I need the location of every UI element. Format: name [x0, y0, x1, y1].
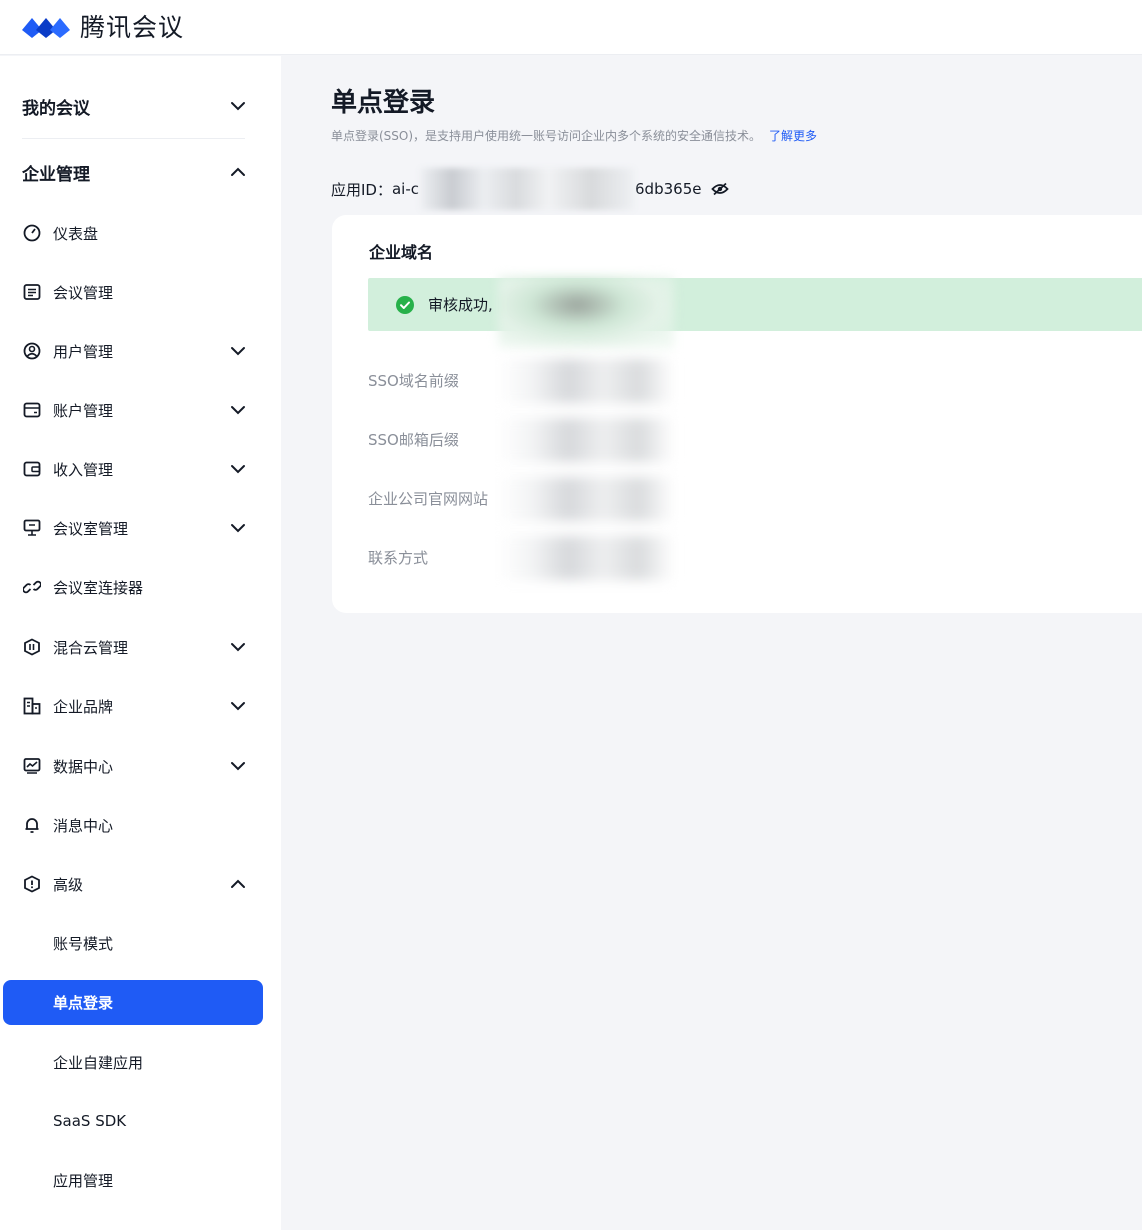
brand-logo[interactable]: 腾讯会议	[20, 8, 184, 44]
hybrid-cloud-icon	[22, 637, 42, 657]
sidebar: 我的会议 企业管理 仪表盘 会议管理 用户管理 账户管理 收入管理 会议室管理	[0, 56, 281, 1230]
sidebar-item-user-mgmt[interactable]: 用户管理	[22, 331, 248, 371]
sidebar-subitem-account-mode[interactable]: 账号模式	[53, 923, 113, 963]
dashboard-icon	[22, 223, 42, 243]
card-title: 企业域名	[369, 243, 434, 262]
bell-icon	[22, 815, 42, 835]
app-id-prefix: ai-c	[391, 180, 420, 198]
sidebar-item-label: 数据中心	[53, 757, 114, 776]
enterprise-domain-card: 企业域名 审核成功, SSO域名前缀 SSO邮箱后缀 企业公司官网网站 联系方式	[332, 215, 1142, 613]
user-icon	[22, 341, 42, 361]
field-row-sso-prefix: SSO域名前缀	[368, 359, 768, 403]
sidebar-item-message-center[interactable]: 消息中心	[22, 805, 248, 845]
sidebar-item-label: 收入管理	[53, 460, 114, 479]
wallet-icon	[22, 400, 42, 420]
sidebar-item-label: 会议室管理	[53, 519, 129, 538]
redacted-value	[498, 418, 674, 462]
field-label: SSO邮箱后缀	[368, 430, 459, 449]
sidebar-item-label: 混合云管理	[53, 638, 129, 657]
tencent-meeting-logo-icon	[22, 18, 70, 38]
chevron-down-icon	[228, 756, 248, 776]
field-label: SSO域名前缀	[368, 371, 459, 390]
meeting-room-icon	[22, 518, 42, 538]
success-text: 审核成功,	[428, 296, 493, 314]
sidebar-item-label: 仪表盘	[53, 224, 99, 243]
group-title: 我的会议	[22, 98, 90, 119]
sidebar-item-label: 账户管理	[53, 401, 114, 420]
advanced-shield-icon	[22, 874, 42, 894]
chevron-down-icon	[228, 459, 248, 479]
check-circle-icon	[396, 295, 414, 314]
redacted-value	[498, 477, 674, 521]
page-description: 单点登录(SSO)，是支持用户使用统一账号访问企业内多个系统的安全通信技术。 了解…	[331, 127, 817, 144]
meeting-list-icon	[22, 282, 42, 302]
sidebar-item-label: 会议室连接器	[53, 578, 144, 597]
chevron-down-icon	[228, 518, 248, 538]
sidebar-item-label: 用户管理	[53, 342, 114, 361]
learn-more-link[interactable]: 了解更多	[769, 129, 817, 143]
sidebar-item-data-center[interactable]: 数据中心	[22, 746, 248, 786]
divider	[22, 138, 245, 139]
app-id-label: 应用ID：	[331, 180, 392, 199]
sidebar-item-meeting-room-mgmt[interactable]: 会议室管理	[22, 508, 248, 548]
sidebar-subitem-sso-active[interactable]: 单点登录	[3, 980, 263, 1025]
field-row-sso-email: SSO邮箱后缀	[368, 418, 768, 462]
sidebar-subitem-app-mgmt[interactable]: 应用管理	[53, 1160, 113, 1200]
sidebar-item-hybrid-cloud[interactable]: 混合云管理	[22, 627, 248, 667]
field-row-website: 企业公司官网网站	[368, 477, 768, 521]
sidebar-item-income-mgmt[interactable]: 收入管理	[22, 449, 248, 489]
redacted-domain	[498, 276, 674, 348]
chevron-down-icon	[228, 400, 248, 420]
sidebar-item-room-connector[interactable]: 会议室连接器	[22, 567, 248, 607]
app-id-redacted	[420, 168, 635, 210]
sidebar-item-label: 企业品牌	[53, 697, 114, 716]
review-success-banner: 审核成功,	[368, 276, 1142, 348]
chevron-up-icon	[228, 162, 248, 182]
chevron-down-icon	[228, 96, 248, 116]
field-label: 联系方式	[368, 548, 429, 567]
redacted-value	[498, 359, 674, 403]
brand-name: 腾讯会议	[80, 13, 185, 42]
sidebar-item-label: 消息中心	[53, 816, 114, 835]
chart-icon	[22, 756, 42, 776]
sidebar-item-dashboard[interactable]: 仪表盘	[22, 213, 248, 253]
sidebar-item-advanced[interactable]: 高级	[22, 864, 248, 904]
sidebar-item-meeting-mgmt[interactable]: 会议管理	[22, 272, 248, 312]
income-icon	[22, 459, 42, 479]
field-row-contact: 联系方式	[368, 536, 768, 580]
sidebar-group-enterprise-mgmt[interactable]: 企业管理	[22, 152, 248, 192]
eye-off-icon[interactable]	[711, 182, 730, 196]
sidebar-item-account-mgmt[interactable]: 账户管理	[22, 390, 248, 430]
top-header: 腾讯会议	[0, 0, 1142, 55]
app-id-row: 应用ID： ai-c 6db365e	[331, 168, 730, 210]
link-icon	[22, 577, 42, 597]
sidebar-group-my-meetings[interactable]: 我的会议	[22, 86, 248, 126]
building-icon	[22, 696, 42, 716]
chevron-down-icon	[228, 341, 248, 361]
sidebar-subitem-custom-apps[interactable]: 企业自建应用	[53, 1042, 143, 1082]
redacted-value	[498, 536, 674, 580]
chevron-up-icon	[228, 874, 248, 894]
sidebar-item-brand[interactable]: 企业品牌	[22, 686, 248, 726]
field-label: 企业公司官网网站	[368, 489, 489, 508]
chevron-down-icon	[228, 696, 248, 716]
app-id-suffix: 6db365e	[635, 180, 702, 198]
page-title: 单点登录	[331, 88, 436, 118]
group-title: 企业管理	[22, 164, 90, 185]
sidebar-item-label: 高级	[53, 875, 84, 894]
chevron-down-icon	[228, 637, 248, 657]
sidebar-subitem-saas-sdk[interactable]: SaaS SDK	[53, 1101, 126, 1141]
sidebar-item-label: 会议管理	[53, 283, 114, 302]
description-text: 单点登录(SSO)，是支持用户使用统一账号访问企业内多个系统的安全通信技术。	[331, 129, 762, 143]
